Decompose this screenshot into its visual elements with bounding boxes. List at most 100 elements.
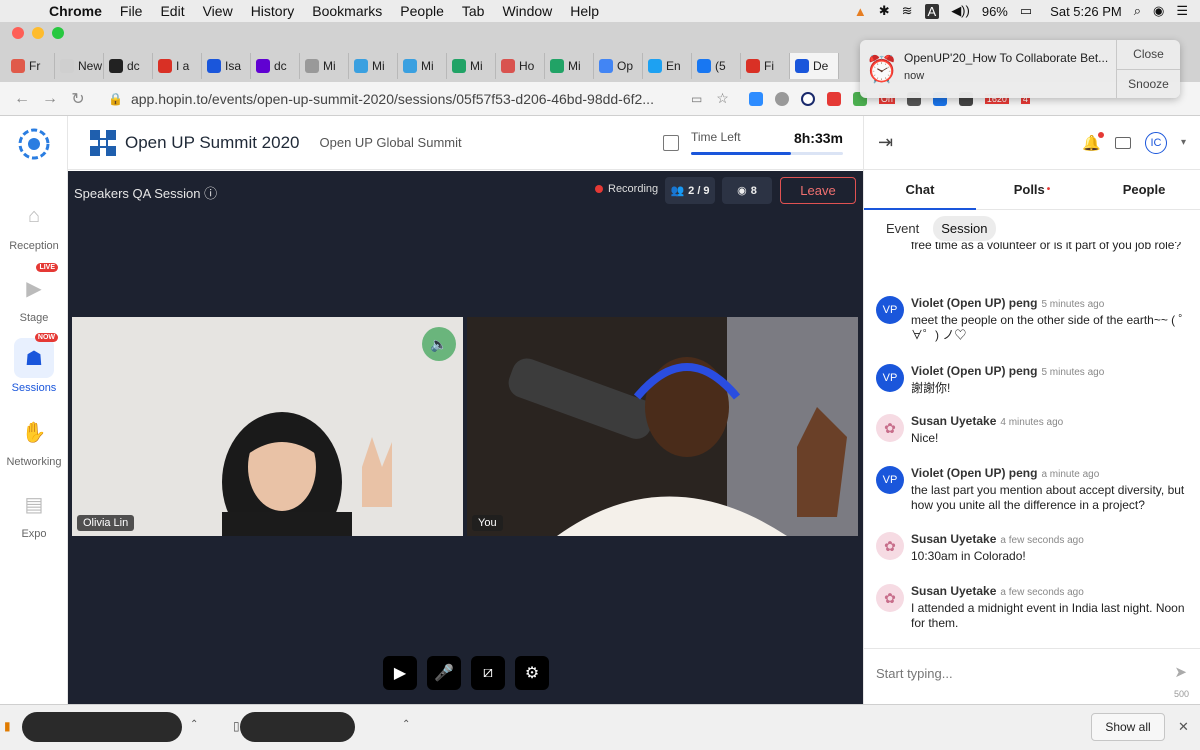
sidebar-item-sessions[interactable]: ☗ NOW Sessions [0, 333, 68, 394]
send-icon[interactable]: ➤ [1174, 663, 1187, 681]
browser-tab[interactable]: Isa [202, 53, 251, 79]
message-author[interactable]: Violet (Open UP) peng [911, 466, 1037, 480]
menu-window[interactable]: Window [493, 3, 561, 19]
extension-icon[interactable] [800, 91, 815, 106]
bookmark-star-icon[interactable]: ☆ [716, 90, 729, 107]
avatar[interactable]: VP [876, 466, 904, 494]
message-author[interactable]: Susan Uyetake [911, 414, 996, 428]
spotlight-icon[interactable]: ⌕ [1134, 3, 1141, 19]
collapse-panel-icon[interactable]: ⇥ [878, 132, 893, 153]
notification-snooze-button[interactable]: Snooze [1117, 70, 1180, 99]
avatar[interactable]: ✿ [876, 584, 904, 612]
message-author[interactable]: Violet (Open UP) peng [911, 296, 1037, 310]
hopin-logo[interactable] [0, 116, 68, 172]
download-item-redacted[interactable] [22, 712, 182, 742]
camera-toggle-button[interactable]: ▶ [383, 656, 417, 690]
message-author[interactable]: Violet (Open UP) peng [911, 364, 1037, 378]
mail-icon[interactable] [1114, 136, 1131, 149]
menu-view[interactable]: View [194, 3, 242, 19]
browser-tab[interactable]: dc [104, 53, 153, 79]
video-tile-you[interactable]: You [467, 317, 858, 536]
browser-tab[interactable]: Fr [6, 53, 55, 79]
settings-button[interactable]: ⚙ [515, 656, 549, 690]
sidebar-item-networking[interactable]: ✋ Networking [0, 412, 68, 469]
tab-chat[interactable]: Chat [864, 170, 976, 210]
zoom-window-button[interactable] [52, 27, 64, 39]
browser-tab[interactable]: Mi [447, 53, 496, 79]
chevron-down-icon[interactable]: ▾ [1181, 137, 1186, 148]
browser-tab[interactable]: dc [251, 53, 300, 79]
menu-app-name[interactable]: Chrome [40, 3, 111, 19]
menu-tab[interactable]: Tab [453, 3, 494, 19]
reload-icon[interactable]: ↻ [64, 89, 92, 109]
extension-icon[interactable] [774, 91, 789, 106]
subtab-event[interactable]: Event [878, 216, 927, 241]
back-icon[interactable]: ← [8, 90, 36, 108]
browser-tab[interactable]: Fi [741, 53, 790, 79]
system-notification[interactable]: ⏰ OpenUP'20_How To Collaborate Bet... no… [860, 40, 1180, 98]
avatar[interactable]: ✿ [876, 414, 904, 442]
avatar[interactable]: VP [876, 364, 904, 392]
notification-close-button[interactable]: Close [1117, 40, 1180, 70]
bluetooth-icon[interactable]: ✱ [879, 3, 890, 19]
forward-icon[interactable]: → [36, 90, 64, 108]
sidebar-item-stage[interactable]: ▶ LIVE Stage [0, 263, 68, 324]
menu-bookmarks[interactable]: Bookmarks [303, 3, 391, 19]
screen-share-button[interactable]: ⧄ [471, 656, 505, 690]
sidebar-item-reception[interactable]: ⌂ Reception [0, 196, 68, 253]
lock-icon[interactable]: 🔒 [108, 92, 123, 106]
browser-tab[interactable]: I a [153, 53, 202, 79]
chevron-up-icon[interactable]: ⌃ [190, 719, 198, 730]
user-icon[interactable]: ◉ [1153, 3, 1164, 19]
minimize-window-button[interactable] [32, 27, 44, 39]
browser-tab[interactable]: En [643, 53, 692, 79]
browser-tab[interactable]: Mi [349, 53, 398, 79]
input-source-icon[interactable]: A [924, 3, 940, 19]
volume-icon[interactable]: ◀)) [951, 3, 970, 19]
viewers-count[interactable]: ◉ 8 [722, 177, 772, 204]
tab-polls[interactable]: Polls • [976, 170, 1088, 209]
browser-tab[interactable]: Mi [398, 53, 447, 79]
tab-people[interactable]: People [1088, 170, 1200, 209]
menubar-clock[interactable]: Sat 5:26 PM [1050, 4, 1122, 19]
extension-icon[interactable] [826, 91, 841, 106]
menu-edit[interactable]: Edit [151, 3, 193, 19]
info-icon[interactable]: ⓘ [204, 186, 217, 201]
wifi-icon[interactable]: ≋ [902, 3, 913, 19]
leave-button[interactable]: Leave [780, 177, 856, 204]
browser-tab[interactable]: Op [594, 53, 643, 79]
event-name[interactable]: Open UP Summit 2020 [125, 133, 300, 153]
participants-count[interactable]: 👥 2 / 9 [665, 177, 715, 204]
video-tile-olivia[interactable]: 🔈 Olivia Lin [72, 317, 463, 536]
browser-tab[interactable]: Mi [545, 53, 594, 79]
message-author[interactable]: Susan Uyetake [911, 532, 996, 546]
browser-tab[interactable]: New T [55, 53, 104, 79]
close-window-button[interactable] [12, 27, 24, 39]
browser-tab[interactable]: Mi [300, 53, 349, 79]
avatar[interactable]: VP [876, 296, 904, 324]
chat-input[interactable] [876, 661, 1156, 685]
show-all-downloads-button[interactable]: Show all [1091, 713, 1165, 741]
battery-icon[interactable]: ▭ [1020, 3, 1032, 19]
menu-file[interactable]: File [111, 3, 152, 19]
sidebar-item-expo[interactable]: ▤ Expo [0, 484, 68, 541]
chevron-up-icon[interactable]: ⌃ [402, 719, 410, 730]
user-avatar[interactable]: IC [1144, 131, 1167, 154]
microphone-toggle-button[interactable]: 🎤 [427, 656, 461, 690]
zoom-extension-icon[interactable] [748, 91, 763, 106]
url-field[interactable]: app.hopin.to/events/open-up-summit-2020/… [131, 91, 691, 107]
download-item-redacted[interactable] [240, 712, 355, 742]
close-icon[interactable]: ✕ [1178, 719, 1189, 735]
vlc-icon[interactable]: ▲ [854, 4, 867, 19]
subtab-session[interactable]: Session [933, 216, 996, 241]
menu-help[interactable]: Help [561, 3, 608, 19]
notification-center-icon[interactable]: ☰ [1176, 3, 1188, 19]
cast-icon[interactable]: ▭ [691, 92, 702, 106]
menu-people[interactable]: People [391, 3, 453, 19]
browser-tab[interactable]: De [790, 53, 839, 79]
message-author[interactable]: Susan Uyetake [911, 584, 996, 598]
menu-history[interactable]: History [242, 3, 304, 19]
browser-tab[interactable]: (5 [692, 53, 741, 79]
avatar[interactable]: ✿ [876, 532, 904, 560]
browser-tab[interactable]: Ho [496, 53, 545, 79]
